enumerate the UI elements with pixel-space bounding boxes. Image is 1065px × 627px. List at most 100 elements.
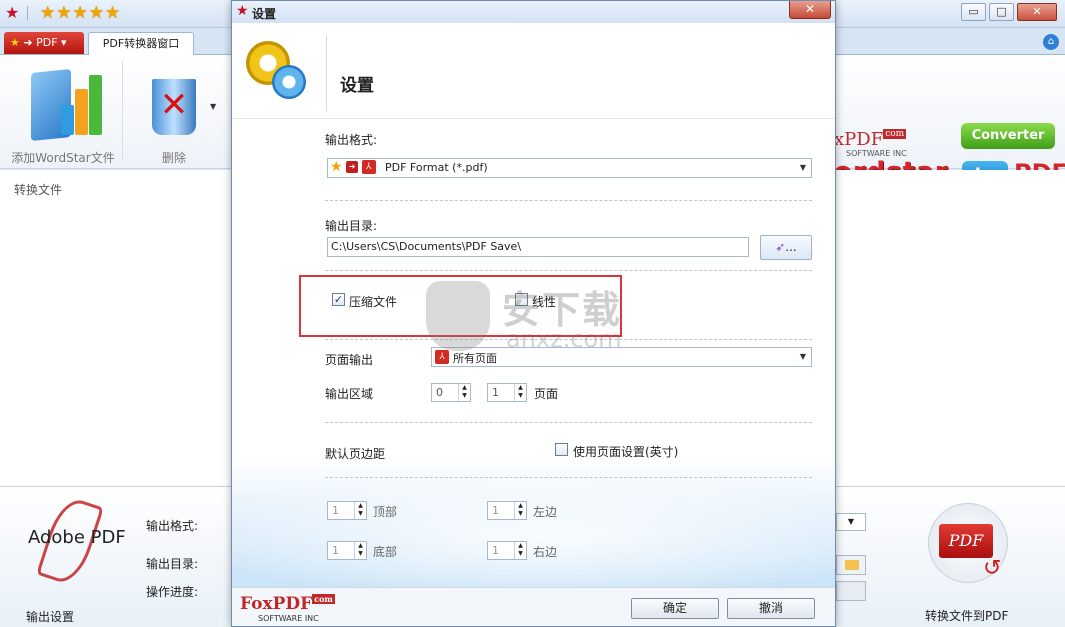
spinner-arrows-icon[interactable]: ▲ ▼	[354, 502, 366, 519]
format-arrow-icon: ➜	[346, 161, 359, 173]
cancel-button[interactable]: 撤消	[727, 598, 815, 619]
page-output-label: 页面输出	[325, 353, 374, 367]
spinner-arrows-icon[interactable]: ▲ ▼	[514, 384, 526, 401]
delete-button[interactable]: ✕ 删除	[128, 61, 220, 166]
divider	[325, 200, 812, 201]
dialog-title: 设置	[252, 7, 277, 21]
margin-bottom-spinner[interactable]: 1 ▲ ▼	[327, 541, 367, 560]
rating-stars-icon[interactable]: ★★★★★	[40, 3, 121, 23]
converter-badge: Converter	[961, 123, 1055, 149]
app-star-icon[interactable]: ★	[5, 4, 19, 22]
output-range-label: 输出区域	[325, 387, 374, 401]
add-wordstar-file-button[interactable]: 添加WordStar文件	[10, 61, 116, 166]
spinner-arrows-icon[interactable]: ▲ ▼	[354, 542, 366, 559]
file-list-pane-right[interactable]	[836, 170, 1065, 486]
margin-bottom-label: 底部	[373, 545, 398, 559]
margin-top-value: 1	[332, 504, 339, 517]
ok-button[interactable]: 确定	[631, 598, 719, 619]
spinner-arrows-icon[interactable]: ▲ ▼	[514, 502, 526, 519]
app-menu-button[interactable]: ★ ➜ PDF ▾	[4, 32, 84, 54]
default-margin-label: 默认页边距	[325, 447, 386, 461]
format-star-icon: ★	[330, 159, 343, 175]
output-dir-label: 输出目录:	[325, 219, 378, 233]
output-dir-input[interactable]: C:\Users\CS\Documents\PDF Save\	[327, 237, 749, 257]
home-icon[interactable]: ⌂	[1043, 34, 1059, 50]
watermark-en: anxz.com	[506, 325, 622, 353]
dialog-footer: FoxPDF com SOFTWARE INC 确定 撤消	[232, 587, 835, 626]
chevron-down-icon: ▼	[799, 163, 807, 172]
range-to-spinner[interactable]: 1 ▲ ▼	[487, 383, 527, 402]
convert-files-label: 转换文件	[14, 183, 63, 197]
output-format-dropdown[interactable]: ▼	[836, 513, 866, 531]
spinner-arrows-icon[interactable]: ▲ ▼	[514, 542, 526, 559]
margin-bottom-value: 1	[332, 544, 339, 557]
browse-label: ...	[785, 240, 797, 254]
output-format-label: 输出格式:	[325, 133, 378, 147]
settings-gears-icon	[246, 41, 308, 103]
minimize-button[interactable]: ▭	[961, 3, 986, 21]
spinner-arrows-icon[interactable]: ▲ ▼	[458, 384, 470, 401]
margin-top-label: 顶部	[373, 505, 398, 519]
dialog-close-button[interactable]: ✕	[789, 1, 831, 19]
progress-label: 操作进度:	[146, 585, 199, 599]
output-format-label: 输出格式:	[146, 519, 199, 533]
format-pdf-icon: ⅄	[361, 160, 376, 174]
foxpdf-inc-text: SOFTWARE INC	[258, 614, 319, 623]
range-from-spinner[interactable]: 0 ▲ ▼	[431, 383, 471, 402]
margin-right-value: 1	[492, 544, 499, 557]
watermark: 安下载 anxz.com	[422, 277, 642, 357]
convert-arrow-icon: ↺	[983, 556, 1002, 581]
divider	[325, 270, 812, 271]
margin-right-spinner[interactable]: 1 ▲ ▼	[487, 541, 527, 560]
margin-top-spinner[interactable]: 1 ▲ ▼	[327, 501, 367, 520]
background-wave	[232, 467, 835, 587]
dialog-titlebar[interactable]: ★ 设置 ✕	[232, 1, 835, 23]
divider	[325, 422, 812, 423]
margin-left-value: 1	[492, 504, 499, 517]
delete-label: 删除	[161, 151, 186, 165]
folder-icon[interactable]	[836, 555, 866, 575]
adobe-pdf-logo: Adobe PDF	[28, 527, 126, 548]
divider	[325, 477, 812, 478]
margin-left-label: 左边	[533, 505, 558, 519]
dialog-header: 设置	[232, 23, 835, 119]
output-format-value: PDF Format (*.pdf)	[385, 161, 488, 174]
settings-dialog: ★ 设置 ✕ 设置 输出格式: ★ ➜ ⅄ PDF Format (*.pdf)…	[231, 0, 836, 627]
ribbon-separator	[122, 61, 123, 161]
dialog-star-icon: ★	[236, 3, 249, 19]
maximize-button[interactable]: □	[989, 3, 1014, 21]
brand-foxpdf-text: xPDF com	[834, 129, 907, 150]
output-format-select[interactable]: ★ ➜ ⅄ PDF Format (*.pdf) ▼	[327, 158, 812, 178]
window-controls: ▭ □ ✕	[961, 3, 1057, 21]
menu-star-icon: ★	[10, 36, 20, 49]
margin-left-spinner[interactable]: 1 ▲ ▼	[487, 501, 527, 520]
tab-pdf-converter[interactable]: PDF转换器窗口	[88, 32, 194, 56]
foxpdf-logo: FoxPDF com SOFTWARE INC	[240, 594, 335, 623]
output-settings-label: 输出设置	[26, 610, 75, 624]
pdf-doc-icon: PDF	[939, 524, 993, 558]
progress-bar	[836, 581, 866, 601]
header-separator	[326, 35, 327, 111]
range-from-value: 0	[436, 386, 443, 399]
recycle-bin-icon: ✕	[144, 65, 204, 141]
file-list-pane[interactable]: 转换文件	[0, 170, 232, 486]
add-file-icon	[25, 65, 102, 142]
close-window-button[interactable]: ✕	[1017, 3, 1057, 21]
use-page-setting-checkbox[interactable]	[555, 443, 568, 456]
output-dir-label: 输出目录:	[146, 557, 199, 571]
watermark-shield-icon	[426, 281, 490, 351]
range-to-value: 1	[492, 386, 499, 399]
cursor-icon: ➶	[775, 240, 786, 254]
convert-to-pdf-button[interactable]: PDF ↺	[928, 503, 1008, 583]
add-wordstar-file-label: 添加WordStar文件	[11, 151, 115, 165]
dialog-body: 输出格式: ★ ➜ ⅄ PDF Format (*.pdf) ▼ 输出目录: C…	[232, 119, 835, 587]
quick-access-separator	[27, 6, 28, 20]
browse-button[interactable]: ➶...	[760, 235, 812, 260]
chevron-down-icon: ▼	[799, 352, 807, 361]
dialog-header-title: 设置	[340, 76, 374, 96]
convert-to-pdf-label: 转换文件到PDF	[925, 609, 1009, 623]
range-unit-label: 页面	[534, 387, 559, 401]
delete-dropdown-arrow-icon[interactable]: ▼	[210, 102, 216, 111]
margin-right-label: 右边	[533, 545, 558, 559]
use-page-setting-label: 使用页面设置(英寸)	[573, 445, 679, 459]
